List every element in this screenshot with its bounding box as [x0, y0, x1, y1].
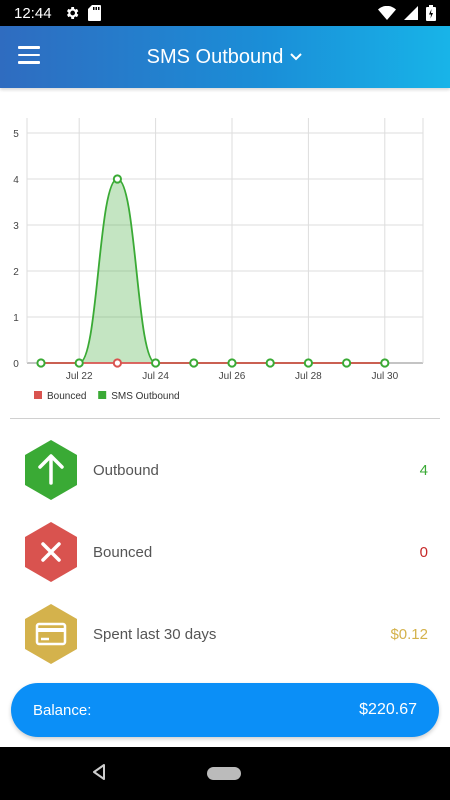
legend-label: Bounced [47, 391, 86, 402]
battery-icon [426, 5, 436, 21]
system-nav-bar [0, 747, 450, 800]
legend-swatch [98, 391, 107, 399]
x-tick-label: Jul 26 [219, 371, 246, 382]
menu-icon-bar [18, 61, 40, 64]
bounced-value: 0 [419, 543, 428, 561]
settings-gear-icon [66, 7, 78, 19]
stat-row-spent[interactable]: Spent last 30 days $0.12 [0, 599, 450, 669]
balance-value: $220.67 [359, 701, 417, 718]
menu-icon-bar [18, 46, 40, 49]
stat-row-bounced[interactable]: Bounced 0 [0, 517, 450, 587]
home-pill-button[interactable] [207, 767, 241, 780]
status-bar: 12:44 [0, 0, 450, 26]
outbound-label: Outbound [93, 461, 159, 479]
chart-legend: Bounced SMS Outbound [34, 391, 180, 402]
spent-label: Spent last 30 days [93, 625, 217, 643]
data-point [151, 358, 161, 368]
wifi-icon [378, 6, 396, 20]
balance-label: Balance: [33, 701, 92, 719]
status-time: 12:44 [14, 4, 52, 22]
data-point [189, 358, 199, 368]
menu-button[interactable] [18, 46, 42, 66]
outbound-value: 4 [419, 461, 428, 479]
y-tick-label: 5 [13, 129, 19, 140]
sd-card-icon [87, 5, 101, 21]
y-tick-label: 1 [13, 313, 19, 324]
x-axis-ticks: Jul 22 Jul 24 Jul 26 Jul 28 Jul 30 [66, 371, 399, 382]
x-tick-label: Jul 28 [295, 371, 322, 382]
data-point [112, 174, 123, 184]
stat-row-outbound[interactable]: Outbound 4 [0, 435, 450, 505]
data-point [36, 358, 46, 368]
data-point [380, 358, 390, 368]
spent-value: $0.12 [390, 625, 428, 643]
menu-icon-bar [18, 53, 40, 56]
data-point [265, 358, 275, 368]
data-point [303, 358, 313, 368]
legend-label: SMS Outbound [111, 391, 179, 402]
chart-grid [26, 118, 424, 367]
back-icon[interactable] [92, 764, 106, 780]
legend-swatch [34, 391, 42, 399]
cell-signal-icon [404, 6, 418, 20]
x-tick-label: Jul 22 [66, 371, 93, 382]
spent-hexagon-icon [25, 604, 77, 664]
balance-bar[interactable]: Balance: $220.67 [11, 683, 439, 737]
outbound-hexagon-icon [25, 440, 77, 500]
x-tick-label: Jul 24 [142, 371, 169, 382]
y-tick-label: 3 [13, 221, 19, 232]
sms-chart: 0 1 2 3 4 5 Jul 22 Jul 24 Jul 26 Jul 28 Jul 30 Bo… [13, 118, 424, 402]
page-title: SMS Outbound [146, 45, 284, 68]
y-axis-ticks: 0 1 2 3 4 5 [13, 129, 19, 370]
divider [10, 418, 440, 419]
y-tick-label: 2 [13, 267, 19, 278]
data-point [227, 358, 237, 368]
y-tick-label: 4 [13, 175, 19, 186]
chevron-down-icon [290, 53, 303, 61]
x-tick-label: Jul 30 [371, 371, 398, 382]
y-tick-label: 0 [13, 359, 19, 370]
data-point [74, 358, 84, 368]
hexagon-shape [25, 604, 77, 664]
data-point [112, 358, 123, 368]
app-bar: SMS Outbound [0, 26, 450, 88]
title-dropdown[interactable]: SMS Outbound [0, 26, 450, 88]
bounced-label: Bounced [93, 543, 153, 561]
bounced-hexagon-icon [25, 522, 77, 582]
data-point [342, 358, 352, 368]
